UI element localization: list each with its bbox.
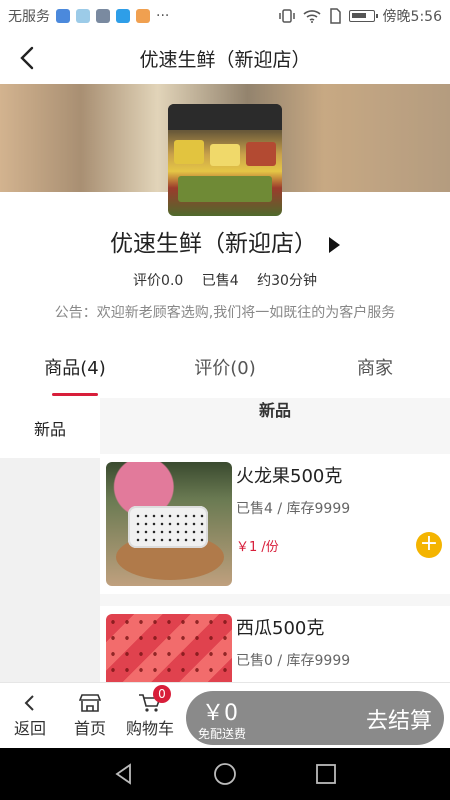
store-name-text: 优速生鲜（新迎店）	[110, 231, 317, 257]
product-image	[106, 614, 232, 682]
category-header: 新品	[258, 401, 291, 420]
nav-bar: 优速生鲜（新迎店）	[0, 32, 450, 84]
home-button[interactable]: 首页	[60, 691, 120, 739]
system-nav-bar	[0, 748, 450, 800]
delivery-fee-note: 免配送费	[198, 727, 247, 741]
nav-recents-icon[interactable]	[314, 762, 338, 786]
product-sales: 已售4 / 库存9999	[236, 501, 351, 517]
product-name: 西瓜500克	[236, 618, 325, 639]
play-arrow-icon	[329, 236, 340, 253]
checkout-panel: ￥0 免配送费 去结算	[186, 691, 444, 745]
cart-count-badge: 0	[153, 685, 171, 703]
product-item[interactable]: 西瓜500克 已售0 / 库存9999	[100, 606, 450, 682]
store-icon	[79, 694, 101, 712]
cart-label: 购物车	[125, 719, 174, 738]
store-photo	[168, 104, 282, 216]
app-notification-icon	[116, 9, 130, 23]
category-sidebar: 新品	[0, 398, 100, 682]
status-bar: 无服务 ··· 傍晚5:56	[0, 0, 450, 32]
product-item[interactable]: 火龙果500克 已售4 / 库存9999 ￥1 /份 +	[100, 454, 450, 594]
sim-icon	[329, 8, 341, 24]
store-notice: 公告：欢迎新老顾客选购,我们将一如既往的为客户服务	[54, 305, 396, 321]
app-notification-icon	[56, 9, 70, 23]
app-notification-icon	[136, 9, 150, 23]
nav-back-icon[interactable]	[112, 762, 136, 786]
nav-home-icon[interactable]	[213, 762, 237, 786]
vibrate-icon	[278, 9, 295, 23]
cart-button[interactable]: 购物车	[120, 691, 180, 739]
checkout-button[interactable]: 去结算	[366, 703, 432, 735]
carrier-text: 无服务	[8, 9, 50, 25]
tab-products[interactable]: 商品(4)	[0, 340, 150, 398]
app-notification-icon	[76, 9, 90, 23]
product-sales: 已售0 / 库存9999	[236, 653, 351, 669]
home-label: 首页	[73, 719, 106, 738]
product-name: 火龙果500克	[236, 466, 343, 487]
back-icon[interactable]	[14, 44, 42, 72]
back-button[interactable]: 返回	[0, 691, 60, 739]
tab-merchant[interactable]: 商家	[300, 340, 450, 398]
battery-icon	[348, 10, 378, 22]
tab-reviews[interactable]: 评价(0)	[150, 340, 300, 398]
clock: 傍晚5:56	[382, 9, 442, 25]
store-name[interactable]: 优速生鲜（新迎店）	[0, 224, 450, 258]
more-notifications-icon: ···	[156, 8, 170, 24]
product-image	[106, 462, 232, 586]
category-item-new[interactable]: 新品	[0, 398, 100, 458]
store-tabs: 商品(4) 评价(0) 商家	[0, 340, 450, 398]
store-rating: 评价0.0	[133, 273, 184, 289]
add-to-cart-icon[interactable]: +	[416, 532, 442, 558]
cart-bar: 返回 首页 购物车 0 ￥0 免配送费 去结算	[0, 682, 450, 748]
page-title: 优速生鲜（新迎店）	[139, 48, 311, 71]
product-list: 新品 火龙果500克 已售4 / 库存9999 ￥1 /份 + 西瓜500克 已…	[100, 398, 450, 682]
back-label: 返回	[13, 719, 46, 738]
store-delivery-time: 约30分钟	[257, 273, 317, 289]
wifi-icon	[303, 10, 321, 23]
chevron-left-icon	[24, 695, 34, 711]
store-stats: 评价0.0 已售4 约30分钟	[0, 270, 450, 290]
app-notification-icon	[96, 9, 110, 23]
store-sold: 已售4	[201, 273, 239, 289]
product-price: ￥1 /份	[236, 540, 279, 555]
cart-total: ￥0	[202, 701, 238, 726]
